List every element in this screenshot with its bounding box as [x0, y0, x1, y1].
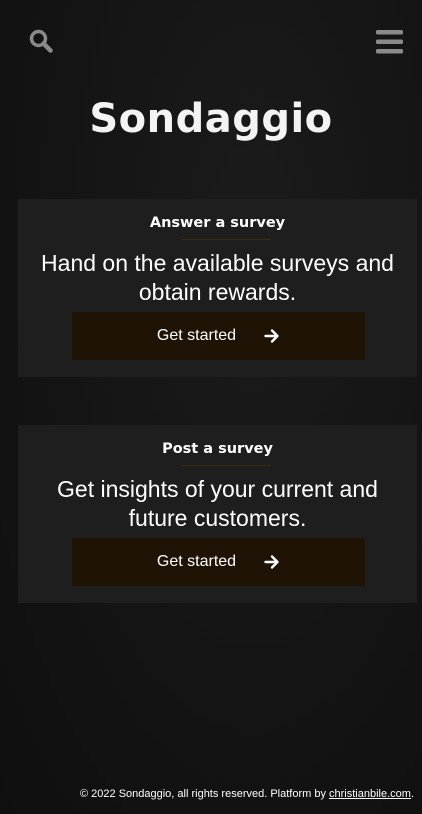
search-button[interactable] — [28, 28, 56, 56]
footer-link[interactable]: christianbile.com — [329, 788, 411, 800]
post-survey-get-started-button[interactable]: Get started — [72, 538, 365, 586]
card-divider — [181, 239, 271, 240]
menu-button[interactable] — [375, 28, 403, 56]
answer-survey-get-started-button[interactable]: Get started — [72, 312, 365, 360]
card-description: Get insights of your current and future … — [57, 476, 378, 531]
search-icon — [29, 29, 53, 53]
button-label: Get started — [156, 553, 237, 570]
footer-suffix: . — [410, 788, 414, 800]
footer-copyright: © 2022 Sondaggio, all rights reserved. P… — [80, 788, 330, 800]
button-label: Get started — [156, 327, 237, 344]
footer: © 2022 Sondaggio, all rights reserved. P… — [80, 788, 414, 800]
card-divider — [181, 465, 271, 466]
arrow-right-icon — [264, 329, 279, 343]
hamburger-menu-icon — [376, 30, 403, 54]
card-heading: Post a survey — [162, 441, 273, 457]
arrow-right-icon — [264, 555, 279, 569]
page-title: Sondaggio — [89, 96, 333, 142]
card-description: Hand on the available surveys and obtain… — [41, 250, 394, 305]
card-heading: Answer a survey — [149, 215, 286, 231]
answer-survey-card: Answer a survey Hand on the available su… — [18, 199, 417, 377]
post-survey-card: Post a survey Get insights of your curre… — [18, 425, 417, 603]
